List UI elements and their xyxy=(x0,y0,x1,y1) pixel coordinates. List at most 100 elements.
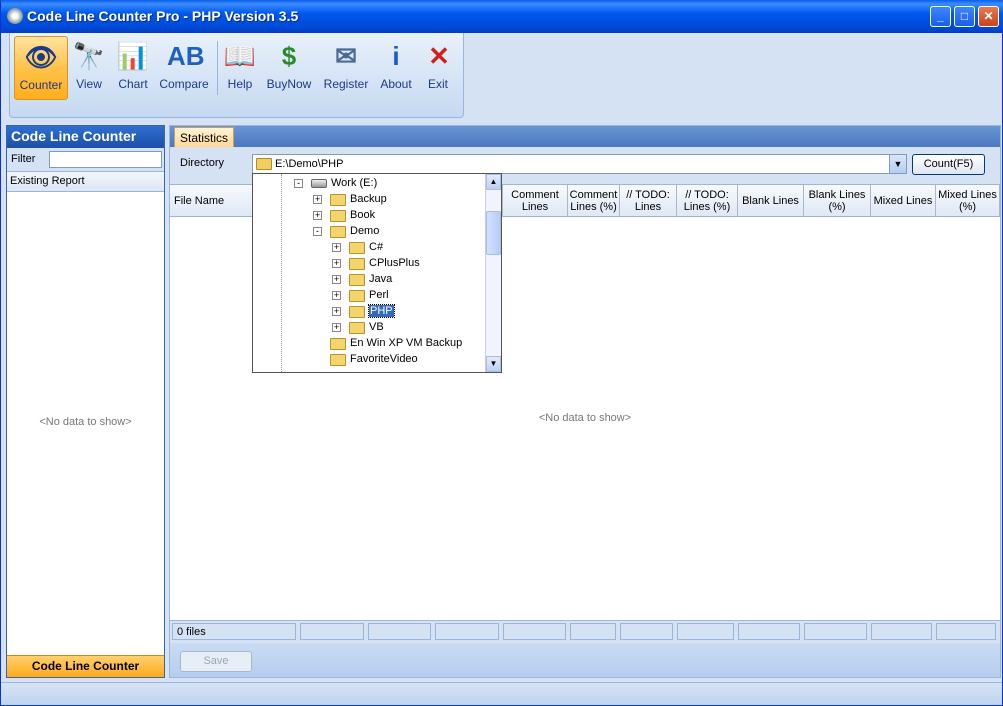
grid-footer: 0 files xyxy=(170,620,1000,641)
expand-icon[interactable]: + xyxy=(332,323,341,332)
compare-ab-icon: AB xyxy=(167,41,205,71)
eye-icon: 👁 xyxy=(24,42,58,72)
dropdown-arrow-icon[interactable]: ▼ xyxy=(889,155,906,173)
main-window: Code Line Counter Pro - PHP Version 3.5 … xyxy=(0,0,1003,706)
expand-icon[interactable]: + xyxy=(332,275,341,284)
column-header[interactable]: Mixed Lines xyxy=(871,185,936,217)
info-icon: i xyxy=(392,41,400,71)
toolbar-label: Exit xyxy=(427,77,448,91)
left-panel-title: Code Line Counter xyxy=(7,126,164,148)
expand-icon[interactable]: + xyxy=(332,259,341,268)
folder-icon xyxy=(330,194,346,206)
minimize-button[interactable]: _ xyxy=(930,6,951,27)
count-button[interactable]: Count(F5) xyxy=(912,154,985,175)
file-count-cell: 0 files xyxy=(172,623,296,640)
toolbar-view-button[interactable]: 🔭 View xyxy=(68,36,110,100)
directory-combo[interactable]: E:\Demo\PHP ▼ xyxy=(252,154,907,174)
tree-node-label: PHP xyxy=(368,304,395,318)
toolbar-compare-button[interactable]: AB Compare xyxy=(156,36,212,100)
column-header[interactable]: // TODO: Lines xyxy=(620,185,677,217)
summary-cell xyxy=(435,623,499,640)
mail-icon: ✉ xyxy=(335,41,357,71)
tree-node[interactable]: + Book xyxy=(253,208,485,224)
filter-input[interactable] xyxy=(49,151,162,168)
maximize-button[interactable]: □ xyxy=(954,6,975,27)
tree-node[interactable]: - Work (E:) xyxy=(253,176,485,192)
toolbar-counter-button[interactable]: 👁 Counter xyxy=(14,36,68,100)
tree-node-label: Demo xyxy=(350,225,380,237)
summary-cell xyxy=(570,623,616,640)
column-header[interactable]: Mixed Lines (%) xyxy=(936,185,1000,217)
toolbar-label: Chart xyxy=(118,77,148,91)
tree-node[interactable]: FavoriteVideo xyxy=(253,352,485,368)
folder-icon xyxy=(349,274,365,286)
chart-icon: 📊 xyxy=(116,41,150,71)
grid-empty-text: <No data to show> xyxy=(538,412,632,424)
toolbar-exit-button[interactable]: ✕ Exit xyxy=(422,36,454,100)
folder-icon xyxy=(349,242,365,254)
tree-node[interactable]: + CPlusPlus xyxy=(253,256,485,272)
left-empty-text: <No data to show> xyxy=(39,416,132,428)
save-button[interactable]: Save xyxy=(180,651,252,672)
tree-node-label: Book xyxy=(350,209,376,221)
folder-icon xyxy=(349,306,365,318)
dollar-icon: $ xyxy=(281,41,297,71)
toolbar-chart-button[interactable]: 📊 Chart xyxy=(114,36,152,100)
summary-cell xyxy=(368,623,431,640)
book-icon: 📖 xyxy=(223,41,257,71)
tree-node-label: Java xyxy=(369,273,393,285)
toolbar-help-button[interactable]: 📖 Help xyxy=(222,36,258,100)
folder-icon xyxy=(349,258,365,270)
column-header[interactable]: // TODO: Lines (%) xyxy=(677,185,738,217)
left-panel: Code Line Counter Filter Existing Report… xyxy=(6,125,165,678)
expand-icon[interactable]: + xyxy=(332,291,341,300)
tree-node-label: FavoriteVideo xyxy=(350,353,418,365)
toolbar-label: Counter xyxy=(19,78,63,92)
exit-icon: ✕ xyxy=(428,41,450,71)
toolbar-label: About xyxy=(380,77,412,91)
close-button[interactable]: ✕ xyxy=(978,6,999,27)
summary-cell xyxy=(804,623,867,640)
column-header[interactable]: Blank Lines (%) xyxy=(804,185,871,217)
summary-cell xyxy=(871,623,932,640)
collapse-icon[interactable]: - xyxy=(294,179,303,188)
directory-tree-dropdown[interactable]: ▲ ▼ - Work (E:) + Backup + Book - Demo + C# + CPlus… xyxy=(252,173,502,373)
toolbar-separator xyxy=(217,41,218,95)
tree-scrollbar[interactable]: ▲ ▼ xyxy=(485,174,501,372)
tree-node[interactable]: + C# xyxy=(253,240,485,256)
folder-icon xyxy=(330,226,346,238)
toolbar-buynow-button[interactable]: $ BuyNow xyxy=(266,36,312,100)
toolbar-label: BuyNow xyxy=(266,77,312,91)
scroll-down-icon[interactable]: ▼ xyxy=(486,356,501,372)
expand-icon[interactable]: + xyxy=(313,195,322,204)
tree-node[interactable]: + Backup xyxy=(253,192,485,208)
tree-node[interactable]: + VB xyxy=(253,320,485,336)
scroll-up-icon[interactable]: ▲ xyxy=(486,174,501,190)
column-header[interactable]: Blank Lines xyxy=(738,185,804,217)
left-panel-footer-button[interactable]: Code Line Counter xyxy=(7,655,164,677)
toolbar-register-button[interactable]: ✉ Register xyxy=(320,36,372,100)
scroll-thumb[interactable] xyxy=(486,211,501,255)
summary-cell xyxy=(677,623,734,640)
title-bar[interactable]: Code Line Counter Pro - PHP Version 3.5 … xyxy=(1,0,1003,33)
tree-node-label: VB xyxy=(369,321,384,333)
directory-value: E:\Demo\PHP xyxy=(275,158,344,170)
tree-node[interactable]: + PHP xyxy=(253,304,485,320)
button-row: Save xyxy=(170,643,1000,677)
toolbar-about-button[interactable]: i About xyxy=(376,36,416,100)
tab-statistics[interactable]: Statistics xyxy=(174,127,235,147)
tree-node[interactable]: En Win XP VM Backup xyxy=(253,336,485,352)
tree-node[interactable]: + Perl xyxy=(253,288,485,304)
tab-strip: Statistics xyxy=(170,126,1000,147)
tree-node[interactable]: - Demo xyxy=(253,224,485,240)
tree-node[interactable]: + Java xyxy=(253,272,485,288)
column-header[interactable]: Comment Lines (%) xyxy=(568,185,620,217)
column-header[interactable]: Comment Lines xyxy=(503,185,568,217)
expand-icon[interactable]: + xyxy=(332,307,341,316)
expand-icon[interactable]: + xyxy=(332,243,341,252)
expand-icon[interactable]: + xyxy=(313,211,322,220)
summary-cell xyxy=(936,623,996,640)
existing-report-header[interactable]: Existing Report xyxy=(7,172,164,192)
tree-node-label: C# xyxy=(369,241,384,253)
collapse-icon[interactable]: - xyxy=(313,227,322,236)
